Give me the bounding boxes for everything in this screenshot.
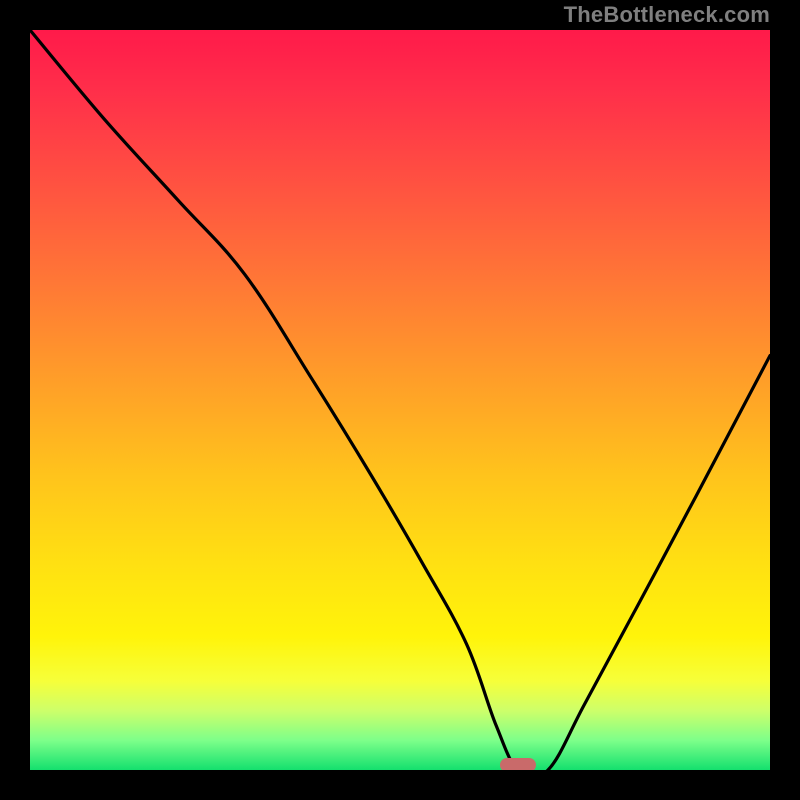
bottleneck-curve	[30, 30, 770, 770]
chart-frame: TheBottleneck.com	[0, 0, 800, 800]
watermark-text: TheBottleneck.com	[564, 2, 770, 28]
plot-area	[30, 30, 770, 770]
optimal-marker	[500, 758, 536, 770]
